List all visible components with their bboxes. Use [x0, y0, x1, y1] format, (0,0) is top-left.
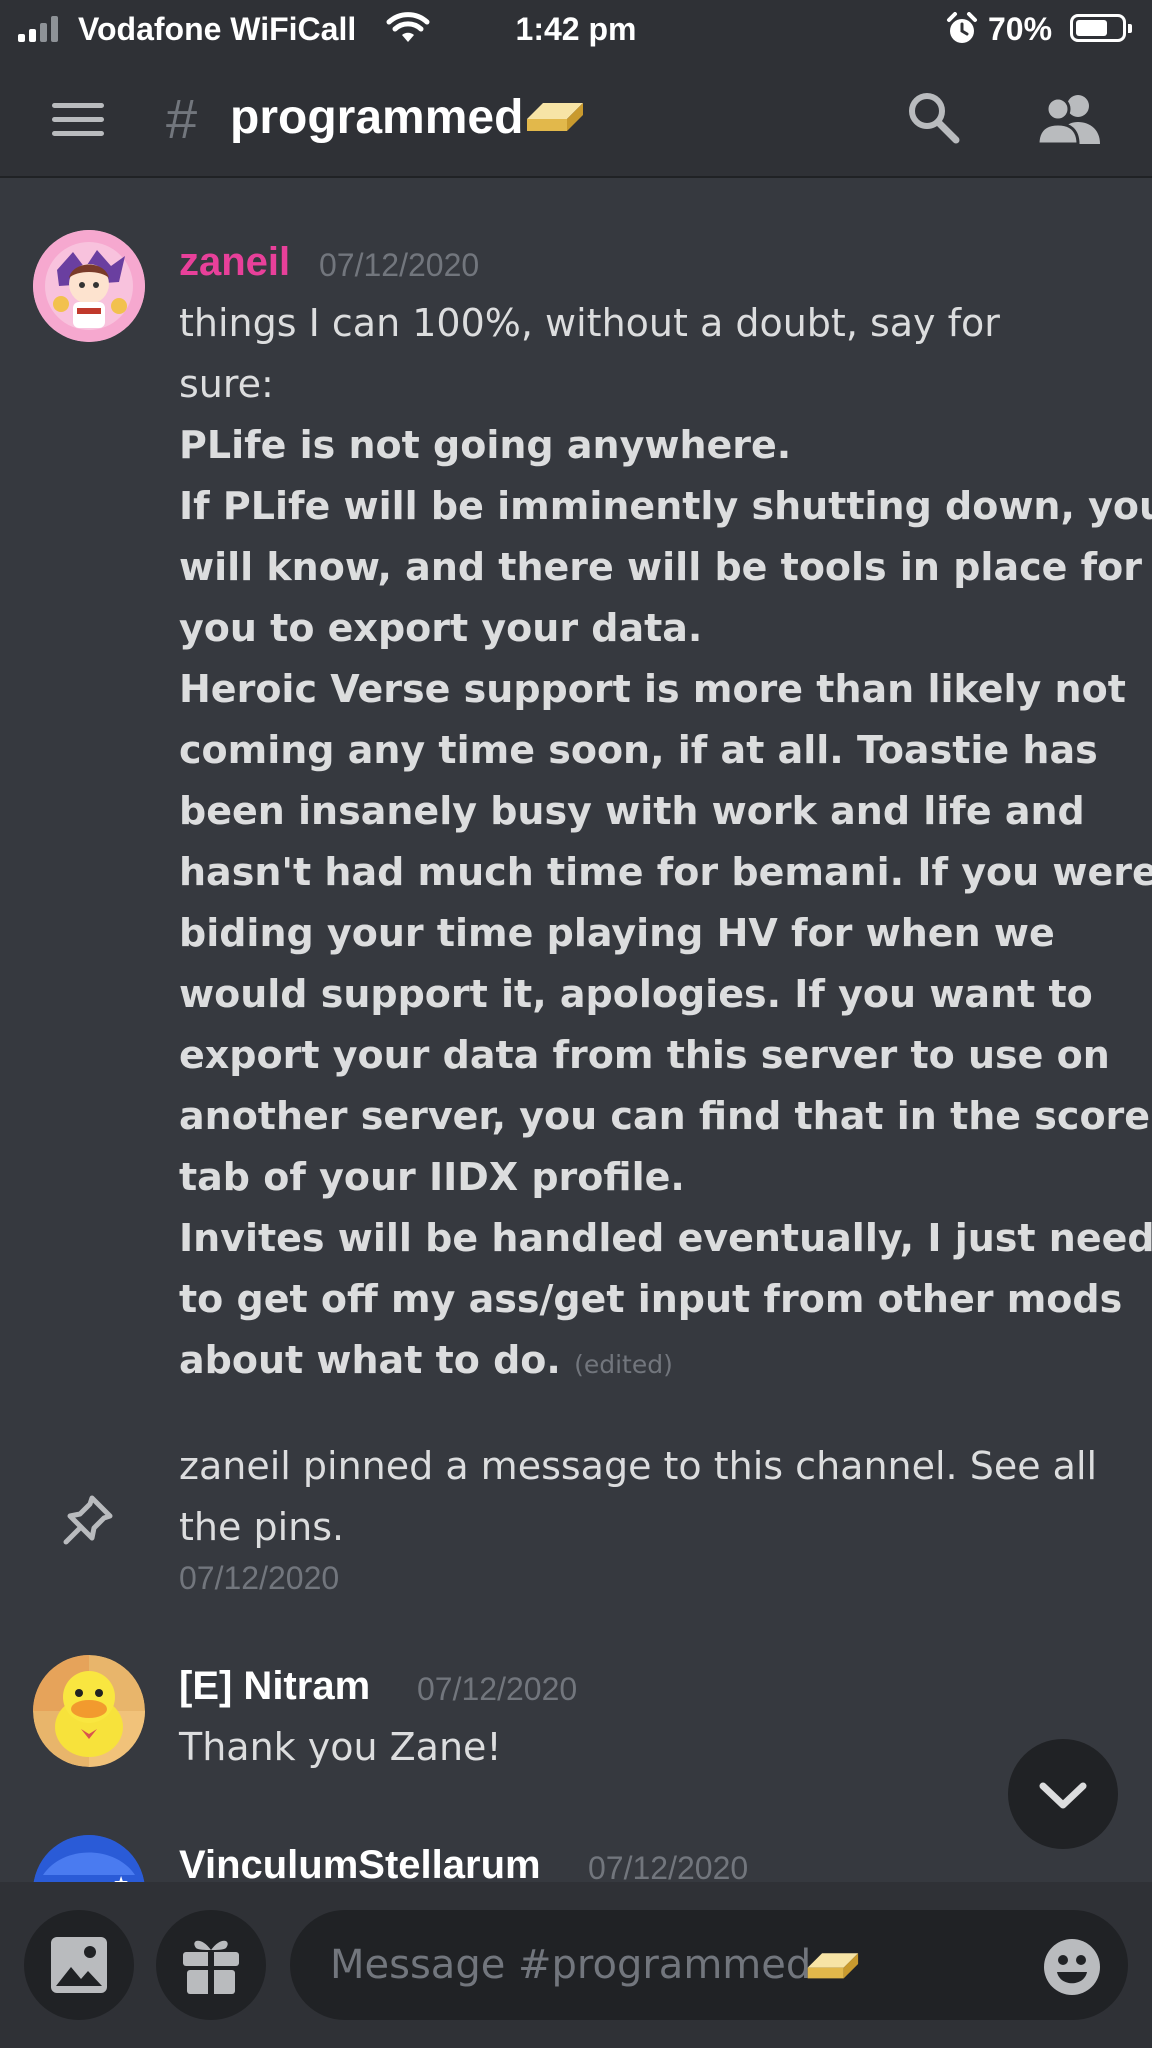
attach-image-button[interactable]	[24, 1910, 134, 2020]
message-line: Heroic Verse support is more than likely…	[179, 667, 1126, 711]
gold-bar-emoji	[807, 1953, 859, 1979]
gift-nitro-button[interactable]	[156, 1910, 266, 2020]
message-line: you to export your data.	[179, 606, 703, 650]
message-timestamp: 07/12/2020	[588, 1850, 749, 1882]
system-message[interactable]: zaneil pinned a message to this channel.…	[179, 1436, 1109, 1558]
message-composer	[0, 1882, 1152, 2048]
message-line: Invites will be handled eventually, I ju…	[179, 1216, 1152, 1260]
message-line: will know, and there will be tools in pl…	[179, 545, 1142, 589]
avatar[interactable]: ★	[33, 1835, 145, 1882]
system-message-line: the pins.	[179, 1505, 345, 1549]
message-line: been insanely busy with work and life an…	[179, 789, 1085, 833]
channel-hash-icon: #	[166, 87, 198, 150]
message-line: would support it, apologies. If you want…	[179, 972, 1093, 1016]
message-line-text: about what to do.	[179, 1338, 561, 1382]
avatar[interactable]	[33, 230, 145, 342]
message-author[interactable]: VinculumStellarum	[179, 1843, 541, 1882]
message-line: another server, you can find that in the…	[179, 1094, 1152, 1138]
message-line: hasn't had much time for bemani. If you …	[179, 850, 1152, 894]
channel-title[interactable]: programmed	[230, 90, 585, 145]
blue-avatar-image: ★	[33, 1835, 145, 1882]
message-line: PLife is not going anywhere.	[179, 423, 792, 467]
gold-bar-emoji	[527, 103, 584, 131]
message-line: sure:	[179, 362, 274, 406]
message-input[interactable]	[290, 1910, 1128, 2020]
system-message-line: zaneil pinned a message to this channel.…	[179, 1444, 1098, 1488]
gift-icon	[183, 1940, 239, 1994]
battery-percentage: 70%	[988, 11, 1053, 47]
avatar[interactable]	[33, 1655, 145, 1767]
duck-avatar-image	[33, 1655, 145, 1767]
message-line: tab of your IIDX profile.	[179, 1155, 685, 1199]
jump-to-latest-button[interactable]	[1008, 1739, 1118, 1849]
image-icon	[51, 1937, 107, 1993]
message-line: export your data from this server to use…	[179, 1033, 1110, 1077]
hamburger-menu-icon[interactable]	[52, 103, 104, 137]
battery-icon	[1070, 14, 1132, 42]
message-line: to get off my ass/get input from other m…	[179, 1277, 1123, 1321]
anime-character-avatar-image	[33, 230, 145, 342]
message-timestamp: 07/12/2020	[417, 1671, 578, 1707]
message-content: Thank you Zane!	[179, 1717, 1109, 1778]
emoji-picker-icon[interactable]	[1042, 1937, 1102, 1997]
message-content: things I can 100%, without a doubt, say …	[179, 293, 1152, 1395]
message-line: coming any time soon, if at all. Toastie…	[179, 728, 1098, 772]
message-timestamp: 07/12/2020	[179, 1560, 340, 1596]
channel-name-text: programmed	[230, 91, 524, 144]
members-list-icon[interactable]	[1036, 92, 1102, 146]
channel-header: # programmed	[0, 60, 1152, 178]
message-author[interactable]: [E] Nitram	[179, 1664, 370, 1709]
status-bar: Vodafone WiFiCall 1:42 pm 70%	[0, 0, 1152, 60]
clock: 1:42 pm	[515, 11, 637, 47]
message-line: things I can 100%, without a doubt, say …	[179, 301, 1000, 345]
message-line: Thank you Zane!	[179, 1725, 502, 1769]
edited-marker: (edited)	[574, 1350, 673, 1379]
search-icon[interactable]	[906, 90, 960, 144]
pin-icon	[63, 1495, 113, 1545]
alarm-icon	[947, 12, 977, 43]
message-author[interactable]: zaneil	[179, 240, 290, 285]
message-line-last: about what to do. (edited)	[179, 1330, 1109, 1395]
message-timestamp: 07/12/2020	[319, 247, 480, 283]
svg-text:★: ★	[113, 1873, 129, 1882]
message-list[interactable]: zaneil 07/12/2020 things I can 100%, wit…	[0, 178, 1152, 1882]
chevron-down-icon	[1039, 1782, 1087, 1809]
message-line: biding your time playing HV for when we	[179, 911, 1055, 955]
message-line: If PLife will be imminently shutting dow…	[179, 484, 1152, 528]
